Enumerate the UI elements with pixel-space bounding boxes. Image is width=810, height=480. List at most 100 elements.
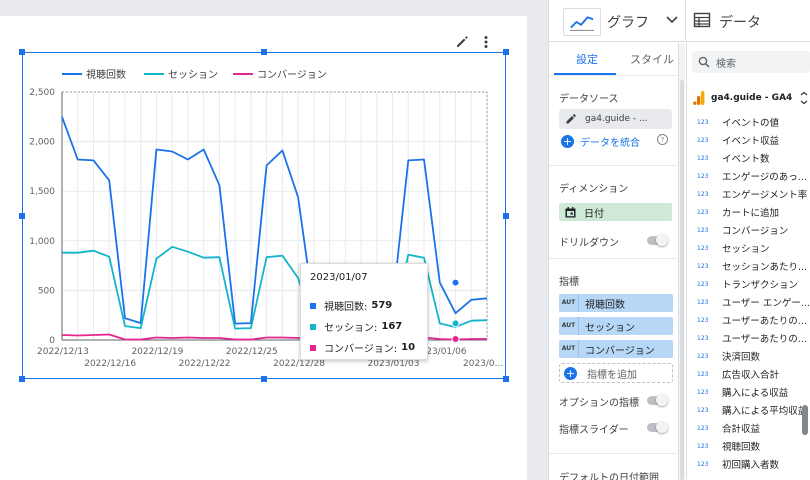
data-source-header[interactable]: ga4.guide - GA4	[693, 89, 809, 107]
numeric-field-badge: 123	[697, 262, 709, 270]
blend-data-button[interactable]: + データを統合 ?	[561, 134, 676, 149]
numeric-field-badge: 123	[697, 334, 709, 342]
x-tick-label: 2023/01/03	[368, 359, 420, 369]
highlight-point	[451, 278, 460, 287]
field-label: ユーザーあたりの...	[722, 316, 807, 327]
numeric-field-badge: 123	[697, 136, 709, 144]
data-source-name: ga4.guide - ...	[585, 114, 648, 124]
field-item[interactable]: 123 ユーザーあたりの...	[687, 329, 810, 347]
optional-metrics-toggle[interactable]	[647, 394, 668, 406]
numeric-field-badge: 123	[697, 226, 709, 234]
field-label: 購入による収益	[722, 388, 789, 399]
numeric-field-badge: 123	[697, 190, 709, 198]
divider	[549, 453, 679, 454]
data-panel-title[interactable]: データ	[719, 12, 761, 32]
field-search-input[interactable]: 検索	[692, 51, 810, 73]
numeric-field-badge: 123	[697, 172, 709, 180]
chart-type-label[interactable]: グラフ	[607, 12, 649, 32]
metric-aggregation-badge[interactable]: AUT	[559, 294, 579, 312]
line-chart-icon[interactable]	[563, 8, 601, 36]
drilldown-label: ドリルダウン	[559, 238, 619, 249]
field-label: イベント収益	[722, 136, 780, 147]
legend-label[interactable]: 視聴回数	[86, 68, 126, 81]
field-item[interactable]: 123 広告収入合計	[687, 365, 810, 383]
panel-tabs: 設定 スタイル	[554, 43, 679, 75]
legend-label[interactable]: コンバージョン	[257, 69, 327, 81]
help-icon[interactable]: ?	[657, 134, 668, 145]
add-icon: +	[564, 366, 577, 380]
collapse-icon[interactable]	[799, 91, 809, 105]
field-item[interactable]: 123 コンバージョン	[687, 221, 810, 239]
field-item[interactable]: 123 エンゲージメント率	[687, 185, 810, 203]
field-item[interactable]: 123 エンゲージのあっ...	[687, 167, 810, 185]
metric-chip-views[interactable]: AUT 視聴回数	[559, 294, 673, 312]
field-item[interactable]: 123 ユーザー エンゲー...	[687, 293, 810, 311]
field-item[interactable]: 123 ユーザーあたりの...	[687, 311, 810, 329]
metric-slider-toggle[interactable]	[647, 421, 668, 433]
chevron-down-icon[interactable]	[665, 14, 679, 26]
field-item[interactable]: 123 セッション	[687, 239, 810, 257]
numeric-field-badge: 123	[697, 118, 709, 126]
search-placeholder: 検索	[716, 58, 736, 70]
tooltip-row-views: 視聴回数: 579	[310, 295, 418, 316]
x-tick-label: 2022/12/16	[84, 359, 136, 369]
default-date-range-title: デフォルトの日付範囲	[559, 473, 659, 480]
metric-aggregation-badge[interactable]: AUT	[559, 340, 579, 358]
metric-chip-conversions[interactable]: AUT コンバージョン	[559, 340, 673, 358]
y-tick-label: 2,000	[29, 138, 55, 148]
tooltip-value: 10	[401, 342, 416, 353]
field-item[interactable]: 123 決済回数	[687, 347, 810, 365]
drilldown-row: ドリルダウン	[559, 234, 668, 249]
field-item[interactable]: 123 合計収益	[687, 419, 810, 437]
metric-label: コンバージョン	[585, 345, 655, 357]
add-metric-label: 指標を追加	[587, 369, 637, 381]
field-item[interactable]: 123 イベント数	[687, 149, 810, 167]
field-label: エンゲージメント率	[722, 190, 808, 201]
tooltip-swatch	[310, 344, 316, 351]
numeric-field-badge: 123	[697, 298, 709, 306]
table-icon	[693, 12, 711, 28]
field-label: 視聴回数	[722, 442, 761, 453]
data-source-chip[interactable]: ga4.guide - ...	[559, 109, 672, 129]
y-tick-label: 2,500	[29, 88, 55, 98]
dimension-chip-date[interactable]: 日付	[559, 203, 672, 221]
time-series-chart[interactable]: 視聴回数 セッション コンバージョン 0 500 1,000 1,500 2,000 2,50…	[0, 0, 548, 480]
field-item[interactable]: 123 購入による平均収益	[687, 401, 810, 419]
tab-style[interactable]: スタイル	[630, 51, 674, 67]
field-label: イベントの値	[722, 118, 780, 129]
field-item[interactable]: 123 カートに追加	[687, 203, 810, 221]
divider	[549, 165, 679, 166]
numeric-field-badge: 123	[697, 424, 709, 432]
field-item[interactable]: 123 イベント収益	[687, 131, 810, 149]
x-tick-label: 2023/0...	[463, 359, 503, 369]
field-label: 合計収益	[722, 424, 761, 435]
metric-aggregation-badge[interactable]: AUT	[559, 317, 579, 335]
field-label: カートに追加	[722, 208, 780, 219]
drilldown-toggle[interactable]	[647, 234, 668, 246]
x-tick-label: 2022/12/28	[273, 359, 325, 369]
numeric-field-badge: 123	[697, 406, 709, 414]
numeric-field-badge: 123	[697, 280, 709, 288]
chart-legend: 視聴回数 セッション コンバージョン	[62, 68, 327, 81]
tab-setup[interactable]: 設定	[576, 51, 598, 67]
metric-chip-sessions[interactable]: AUT セッション	[559, 317, 673, 335]
field-label: 初回購入者数	[722, 460, 780, 471]
field-item[interactable]: 123 視聴回数	[687, 437, 810, 455]
field-item[interactable]: 123 初回購入者数	[687, 455, 810, 473]
tooltip-row-sessions: セッション: 167	[310, 316, 418, 337]
data-fields-panel: 検索 ga4.guide - GA4 123 イベントの値 123 イベント収益 123…	[686, 43, 810, 480]
metric-label: セッション	[585, 322, 635, 334]
tooltip-label: コンバージョン:	[324, 344, 398, 355]
field-item[interactable]: 123 購入による収益	[687, 383, 810, 401]
numeric-field-badge: 123	[697, 442, 709, 450]
pencil-icon[interactable]	[565, 113, 577, 125]
field-list-scrollbar-thumb[interactable]	[802, 405, 808, 435]
field-item[interactable]: 123 イベントの値	[687, 113, 810, 131]
setup-scrollbar-thumb[interactable]	[680, 80, 684, 480]
legend-label[interactable]: セッション	[168, 69, 218, 81]
metric-slider-label: 指標スライダー	[559, 425, 629, 436]
field-item[interactable]: 123 セッションあたり...	[687, 257, 810, 275]
add-metric-button[interactable]: + 指標を追加	[559, 363, 673, 383]
header-separator	[685, 0, 686, 42]
field-item[interactable]: 123 トランザクション	[687, 275, 810, 293]
